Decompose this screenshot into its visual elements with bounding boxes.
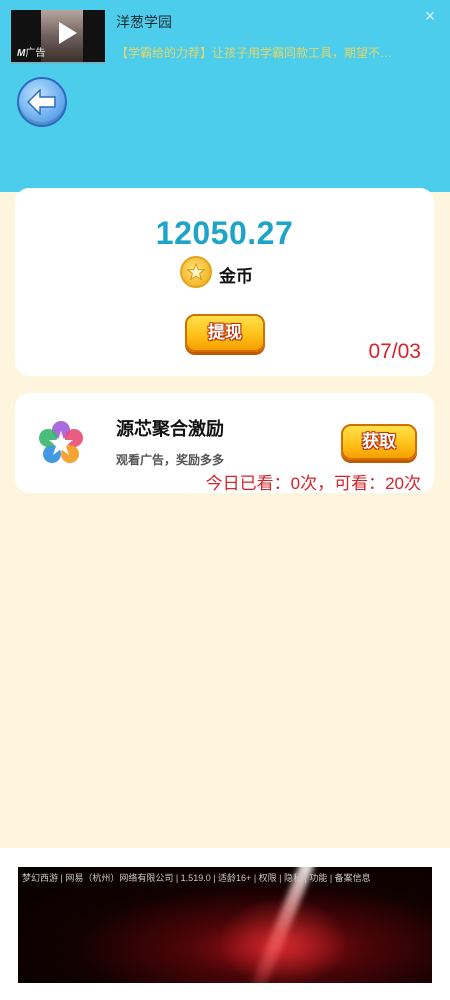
top-ad-banner[interactable]: M广告 洋葱学园 【学霸给的力荐】让孩子用学霸同款工具，期望不… × <box>0 0 450 68</box>
close-icon[interactable]: × <box>420 6 440 26</box>
star-logo-icon <box>39 421 83 463</box>
reward-title: 源芯聚合激励 <box>116 419 224 439</box>
play-icon[interactable] <box>59 22 77 44</box>
coin-icon <box>180 256 212 288</box>
coin-balance-card: 12050.27 金币 提现 07/03 <box>15 188 434 376</box>
ad-video-thumbnail[interactable]: M广告 <box>11 10 105 62</box>
ad-title[interactable]: 洋葱学园 <box>116 12 172 32</box>
watch-count-text: 今日已看：0次，可看：20次 <box>205 474 421 493</box>
ad-description[interactable]: 【学霸给的力荐】让孩子用学霸同款工具，期望不… <box>116 44 416 61</box>
reward-subtitle: 观看广告，奖励多多 <box>116 453 225 467</box>
bottom-ad-text[interactable]: 梦幻西游 | 网易（杭州）网络有限公司 | 1.519.0 | 适龄16+ | … <box>22 871 428 884</box>
get-reward-button[interactable]: 获取 <box>341 424 417 460</box>
bottom-ad-banner[interactable]: 梦幻西游 | 网易（杭州）网络有限公司 | 1.519.0 | 适龄16+ | … <box>18 867 432 983</box>
coin-label: 金币 <box>219 267 253 286</box>
ad-divider <box>11 62 105 64</box>
coin-amount: 12050.27 <box>155 215 294 251</box>
arrow-left-icon <box>27 89 56 115</box>
back-button[interactable] <box>17 77 67 127</box>
reward-card: 源芯聚合激励 观看广告，奖励多多 获取 今日已看：0次，可看：20次 <box>15 393 434 493</box>
withdraw-button[interactable]: 提现 <box>185 314 265 352</box>
date-text: 07/03 <box>368 340 421 363</box>
ad-tag: M广告 <box>17 48 46 59</box>
